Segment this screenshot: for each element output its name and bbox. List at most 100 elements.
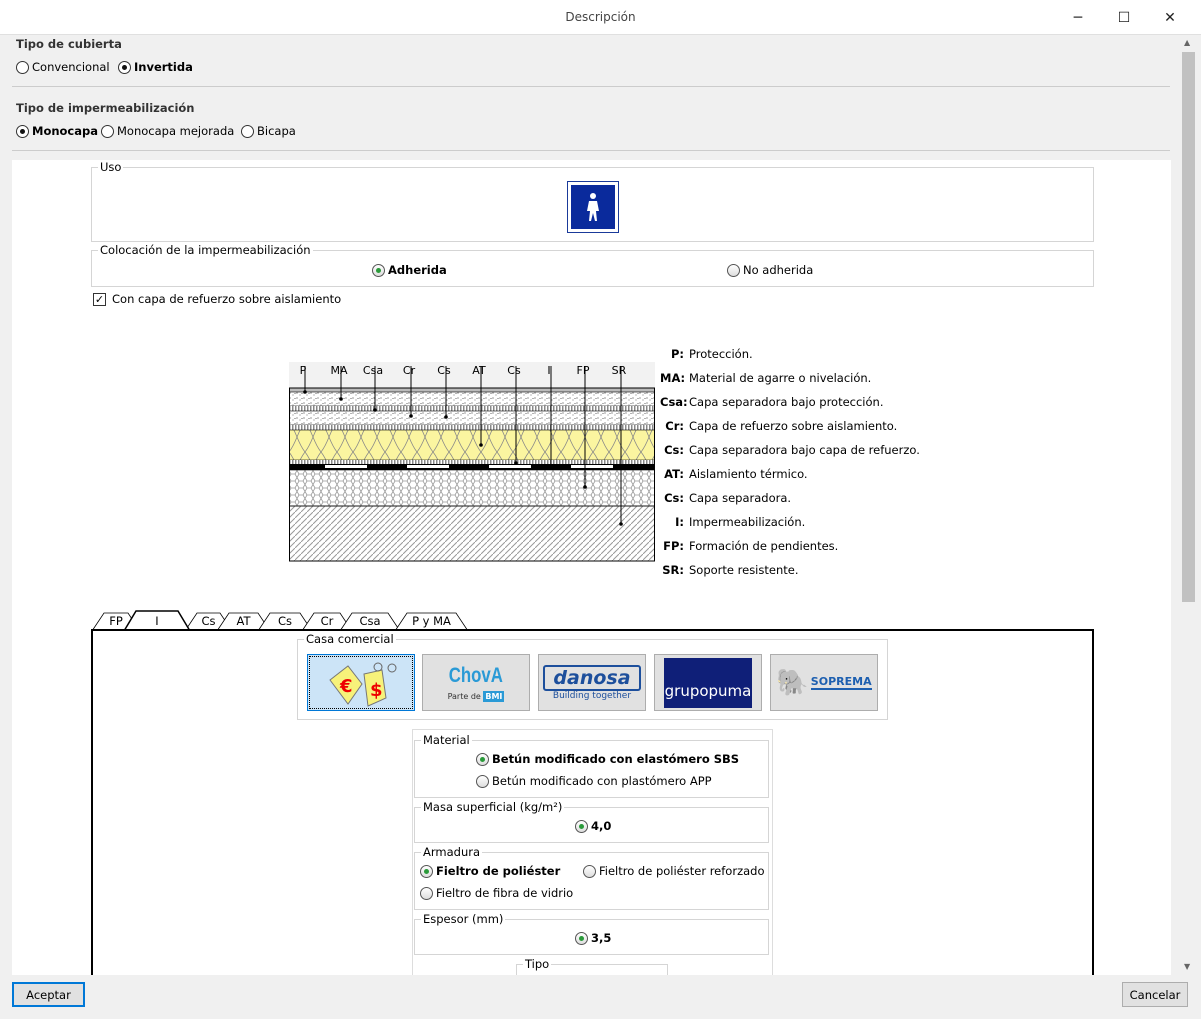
legend-text: Capa de refuerzo sobre aislamiento. — [689, 419, 898, 433]
chova-logo: ChovA — [448, 664, 504, 687]
radio-label: Bicapa — [257, 124, 296, 138]
diagram-label-cr: Cr — [403, 364, 416, 377]
legend-text: Impermeabilización. — [689, 515, 806, 529]
svg-text:$: $ — [370, 680, 383, 701]
brand-grupopuma-button[interactable]: grupopuma — [654, 654, 762, 711]
diagram-label-at: AT — [472, 364, 486, 377]
leader-dot — [619, 522, 623, 526]
colocacion-label: Colocación de la impermeabilización — [98, 243, 313, 257]
radio-label: Fieltro de poliéster — [436, 864, 561, 878]
legend-code: Cs: — [664, 443, 684, 457]
radio-label: Betún modificado con elastómero SBS — [492, 752, 740, 766]
soprema-logo: SOPREMA — [810, 675, 872, 690]
diagram-label-cs: Cs — [507, 364, 521, 377]
radio-label: Adherida — [388, 263, 447, 277]
radio-label: Betún modificado con plastómero APP — [492, 774, 712, 788]
leader-dot — [444, 415, 448, 419]
cancel-button[interactable]: Cancelar — [1122, 982, 1188, 1007]
legend-item: I: Impermeabilización. — [660, 515, 805, 529]
tab-p-y-ma[interactable]: P y MA — [395, 614, 468, 628]
radio-label: Monocapa mejorada — [117, 124, 235, 138]
legend-text: Aislamiento térmico. — [689, 467, 808, 481]
minimize-button[interactable]: ─ — [1055, 0, 1101, 35]
tipo-imper-label: Tipo de impermeabilización — [16, 101, 195, 115]
checkbox-check-icon: ✓ — [93, 292, 106, 306]
legend-item: Cs: Capa separadora. — [660, 491, 791, 505]
danosa-sub: Building together — [552, 690, 632, 701]
brand-generic-button[interactable]: € $ — [307, 654, 415, 711]
scrollbar-thumb[interactable] — [1182, 52, 1195, 602]
legend-item: Cr: Capa de refuerzo sobre aislamiento. — [660, 419, 897, 433]
radio-bicapa[interactable]: Bicapa — [241, 124, 296, 138]
radio-fibra-vidrio[interactable]: Fieltro de fibra de vidrio — [420, 886, 573, 900]
radio-label: 4,0 — [591, 819, 612, 833]
radio-poliester[interactable]: Fieltro de poliéster — [420, 864, 560, 878]
divider — [12, 150, 1170, 151]
scroll-down-icon[interactable]: ▼ — [1184, 962, 1190, 971]
tab-csa[interactable]: Csa — [340, 614, 400, 628]
tipo-cubierta-label: Tipo de cubierta — [16, 37, 122, 51]
radio-convencional[interactable]: Convencional — [16, 60, 110, 74]
radio-masa-4[interactable]: 4,0 — [575, 819, 611, 833]
legend-item: Csa:Capa separadora bajo protección. — [660, 395, 883, 409]
tab-i[interactable]: I — [124, 614, 190, 628]
refuerzo-label: Con capa de refuerzo sobre aislamiento — [112, 292, 342, 306]
armadura-group: Armadura Fieltro de poliéster Fieltro de… — [414, 845, 769, 910]
legend-code: I: — [675, 515, 684, 529]
legend-item: AT: Aislamiento térmico. — [660, 467, 808, 481]
uso-group: Uso — [91, 160, 1094, 242]
radio-no-adherida[interactable]: No adherida — [727, 263, 813, 277]
close-button[interactable]: ✕ — [1147, 0, 1193, 35]
diagram-label-p: P — [300, 364, 307, 377]
radio-monocapa-mejorada[interactable]: Monocapa mejorada — [101, 124, 234, 138]
radio-app[interactable]: Betún modificado con plastómero APP — [476, 774, 712, 788]
leader-dot — [514, 461, 518, 465]
radio-adherida[interactable]: Adherida — [372, 263, 447, 277]
uso-button[interactable] — [567, 181, 619, 233]
legend-text: Soporte resistente. — [689, 563, 799, 577]
close-icon: ✕ — [1164, 9, 1176, 26]
refuerzo-checkbox[interactable]: ✓ Con capa de refuerzo sobre aislamiento — [93, 292, 341, 306]
masa-group: Masa superficial (kg/m²) 4,0 — [414, 800, 769, 843]
minimize-icon: ─ — [1073, 9, 1083, 26]
leader-dot — [339, 397, 343, 401]
casa-comercial-label: Casa comercial — [304, 632, 396, 646]
brand-soprema-button[interactable]: 🐘 SOPREMA — [770, 654, 878, 711]
leader-dot — [303, 390, 307, 394]
footer — [0, 975, 1201, 1019]
legend-item: MA: Material de agarre o nivelación. — [660, 371, 871, 385]
scroll-up-icon[interactable]: ▲ — [1184, 38, 1190, 47]
danosa-logo: danosa — [543, 664, 641, 691]
legend-code: AT: — [664, 467, 684, 481]
radio-label: Fieltro de poliéster reforzado — [599, 864, 765, 878]
leader-dot — [583, 485, 587, 489]
person-walking-icon — [570, 184, 616, 230]
legend-text: Capa separadora bajo capa de refuerzo. — [689, 443, 920, 457]
svg-text:€: € — [339, 676, 353, 697]
legend-code: Cr: — [665, 419, 684, 433]
radio-poliester-reforzado[interactable]: Fieltro de poliéster reforzado — [583, 864, 765, 878]
espesor-group: Espesor (mm) 3,5 — [414, 912, 769, 955]
vertical-scrollbar[interactable]: ▲ ▼ — [1180, 36, 1197, 973]
radio-invertida[interactable]: Invertida — [118, 60, 193, 74]
legend-text: Material de agarre o nivelación. — [689, 371, 872, 385]
radio-monocapa[interactable]: Monocapa — [16, 124, 98, 138]
divider — [12, 86, 1170, 87]
radio-sbs[interactable]: Betún modificado con elastómero SBS — [476, 752, 739, 766]
grupopuma-logo: grupopuma — [664, 657, 752, 708]
radio-espesor-35[interactable]: 3,5 — [575, 931, 611, 945]
legend-item: FP: Formación de pendientes. — [660, 539, 838, 553]
legend-text: Formación de pendientes. — [689, 539, 839, 553]
maximize-button[interactable]: ☐ — [1101, 0, 1147, 35]
legend-code: MA: — [660, 371, 686, 385]
brand-danosa-button[interactable]: danosa Building together — [538, 654, 646, 711]
brand-chova-button[interactable]: ChovA Parte de BMI — [422, 654, 530, 711]
legend-code: Cs: — [664, 491, 684, 505]
radio-label: 3,5 — [591, 931, 612, 945]
legend-code: Csa: — [660, 395, 688, 409]
accept-button[interactable]: Aceptar — [12, 982, 85, 1007]
masa-label: Masa superficial (kg/m²) — [421, 800, 565, 814]
mammoth-icon: 🐘 — [776, 667, 809, 698]
legend-code: FP: — [663, 539, 684, 553]
legend-text: Capa separadora. — [689, 491, 792, 505]
